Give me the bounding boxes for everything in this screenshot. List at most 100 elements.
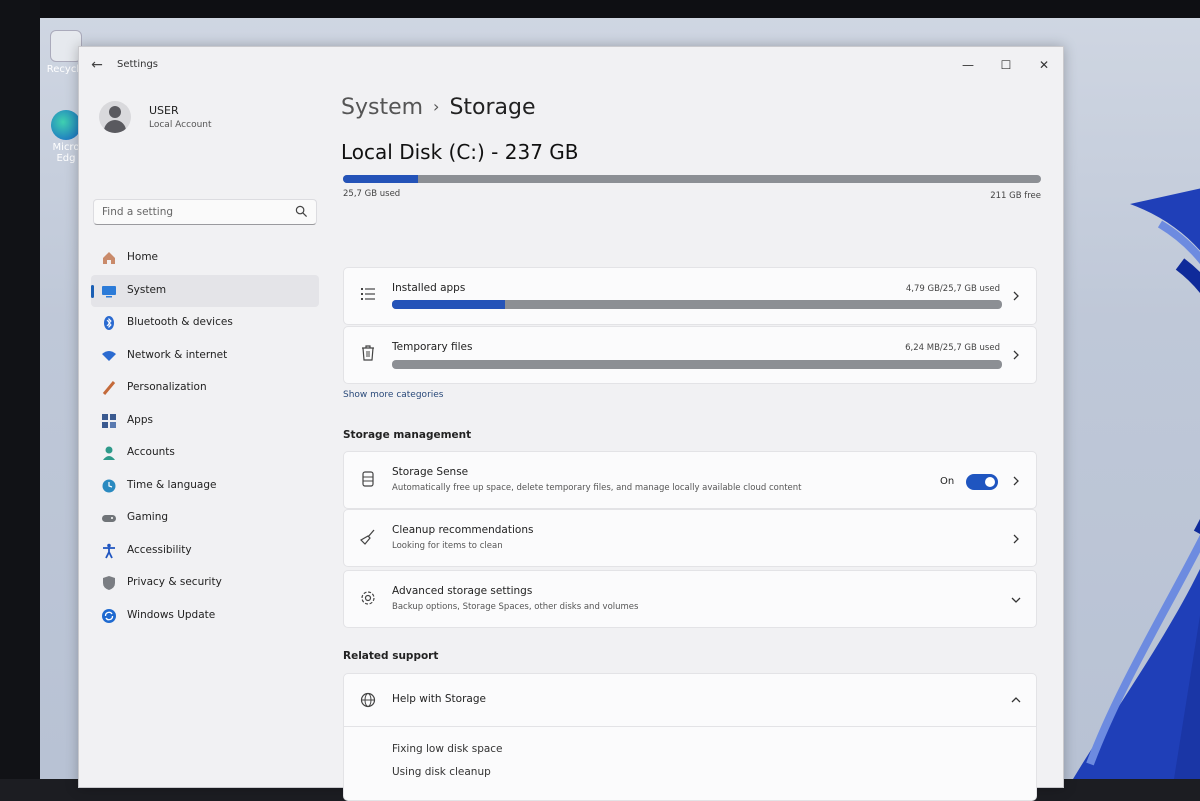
chevron-right-icon [1013, 291, 1019, 301]
storage-sense-row[interactable]: Storage Sense Automatically free up spac… [343, 451, 1037, 509]
sidebar-item-privacy[interactable]: Privacy & security [91, 567, 319, 600]
cleanup-recommendations-row[interactable]: Cleanup recommendations Looking for item… [343, 509, 1037, 567]
help-with-storage-title: Help with Storage [392, 693, 486, 705]
gear-icon [361, 591, 375, 605]
sidebar-item-time-language[interactable]: Time & language [91, 470, 319, 503]
sidebar-item-windows-update[interactable]: Windows Update [91, 600, 319, 633]
trash-icon [362, 345, 374, 361]
chevron-down-icon [1011, 597, 1021, 603]
user-profile[interactable]: USER Local Account [99, 101, 319, 141]
bluetooth-icon [104, 316, 114, 330]
nav-list: Home System Bluetooth & devices Network … [91, 242, 319, 632]
window-title: Settings [117, 59, 159, 70]
wifi-icon [102, 350, 116, 361]
help-with-storage-header[interactable]: Help with Storage [344, 674, 1036, 727]
minimize-button[interactable]: — [951, 53, 985, 77]
sidebar-item-accounts[interactable]: Accounts [91, 437, 319, 470]
active-indicator [91, 284, 94, 298]
broom-icon [360, 529, 375, 545]
sidebar-item-network[interactable]: Network & internet [91, 340, 319, 373]
chevron-up-icon [1011, 697, 1021, 703]
storage-sense-subtitle: Automatically free up space, delete temp… [392, 483, 802, 493]
back-button[interactable]: ← [87, 56, 107, 74]
sidebar-item-label: System [127, 283, 167, 296]
sidebar-item-bluetooth[interactable]: Bluetooth & devices [91, 307, 319, 340]
category-usage-fill [392, 300, 506, 309]
sidebar-item-label: Accessibility [127, 543, 192, 556]
category-temporary-files[interactable]: Temporary files 6,24 MB/25,7 GB used [343, 326, 1037, 384]
sidebar-item-label: Home [127, 251, 159, 263]
brush-icon [102, 381, 116, 395]
sidebar-item-label: Network & internet [127, 348, 228, 361]
category-usage: 4,79 GB/25,7 GB used [905, 284, 1000, 294]
sidebar-item-accessibility[interactable]: Accessibility [91, 535, 319, 568]
home-icon [103, 252, 115, 264]
sidebar-item-system[interactable]: System [91, 274, 319, 307]
sidebar-item-personalization[interactable]: Personalization [91, 372, 319, 405]
sidebar-item-label: Gaming [127, 511, 169, 523]
breadcrumb-parent[interactable]: System [341, 95, 423, 120]
globe-clock-icon [102, 479, 116, 492]
sidebar-item-label: Windows Update [127, 608, 216, 621]
related-support-heading: Related support [343, 650, 439, 662]
title-bar: ← Settings — ☐ ✕ [79, 47, 1063, 83]
list-icon [361, 288, 375, 300]
sidebar-item-label: Bluetooth & devices [127, 316, 233, 328]
search-icon [295, 205, 308, 218]
accounts-icon [103, 446, 115, 460]
cleanup-subtitle: Looking for items to clean [392, 541, 503, 551]
help-link-using-disk-cleanup[interactable]: Using disk cleanup [392, 766, 491, 778]
disk-usage-bar [343, 175, 1041, 183]
disk-usage-fill [343, 175, 419, 183]
screen-bezel-top [0, 0, 1200, 18]
sidebar-item-label: Time & language [127, 478, 217, 491]
storage-sense-toggle-label: On [940, 476, 955, 487]
category-installed-apps[interactable]: Installed apps 4,79 GB/25,7 GB used [343, 267, 1037, 325]
chevron-right-icon [1013, 476, 1019, 486]
chevron-right-icon [1013, 534, 1019, 544]
advanced-storage-settings-row[interactable]: Advanced storage settings Backup options… [343, 570, 1037, 628]
sidebar-item-label: Personalization [127, 381, 207, 393]
disk-free-label: 211 GB free [990, 191, 1041, 201]
update-icon [102, 608, 116, 623]
category-title: Temporary files [392, 341, 473, 353]
page-title: Storage [449, 95, 536, 120]
category-title: Installed apps [392, 282, 466, 294]
breadcrumb: System › Storage [341, 95, 536, 120]
apps-icon [102, 413, 116, 428]
help-link-fixing-low-disk-space[interactable]: Fixing low disk space [392, 743, 503, 755]
advanced-storage-subtitle: Backup options, Storage Spaces, other di… [392, 602, 639, 612]
disk-title: Local Disk (C:) - 237 GB [341, 140, 579, 164]
system-icon [102, 285, 116, 297]
cleanup-title: Cleanup recommendations [392, 524, 534, 536]
sidebar-item-gaming[interactable]: Gaming [91, 502, 319, 535]
user-name: USER [149, 104, 179, 117]
accessibility-icon [103, 543, 115, 558]
sidebar-item-apps[interactable]: Apps [91, 405, 319, 438]
sidebar-item-label: Privacy & security [127, 576, 222, 588]
search-box[interactable] [93, 199, 317, 225]
search-input[interactable] [100, 203, 294, 221]
advanced-storage-title: Advanced storage settings [392, 585, 533, 597]
storage-sense-icon [362, 471, 374, 487]
toggle-knob [985, 477, 995, 487]
help-with-storage-panel: Help with Storage Fixing low disk space … [343, 673, 1037, 801]
maximize-button[interactable]: ☐ [989, 53, 1023, 77]
shield-icon [103, 576, 115, 590]
sidebar-item-home[interactable]: Home [91, 242, 319, 275]
category-usage: 6,24 MB/25,7 GB used [905, 343, 1000, 353]
breadcrumb-separator: › [433, 97, 440, 116]
screen-bezel-left [0, 0, 40, 779]
chevron-right-icon [1013, 350, 1019, 360]
sidebar-item-label: Accounts [127, 446, 175, 458]
storage-sense-toggle[interactable] [966, 474, 998, 490]
close-button[interactable]: ✕ [1027, 53, 1061, 77]
edge-icon [51, 110, 81, 140]
storage-management-heading: Storage management [343, 429, 472, 441]
main-content: System › Storage Local Disk (C:) - 237 GB … [341, 83, 1053, 801]
sidebar: USER Local Account Home System Bluetoo [79, 83, 329, 783]
category-usage-bar [392, 300, 1002, 309]
storage-sense-title: Storage Sense [392, 466, 469, 478]
category-usage-bar [392, 360, 1002, 369]
show-more-categories-link[interactable]: Show more categories [343, 390, 444, 400]
